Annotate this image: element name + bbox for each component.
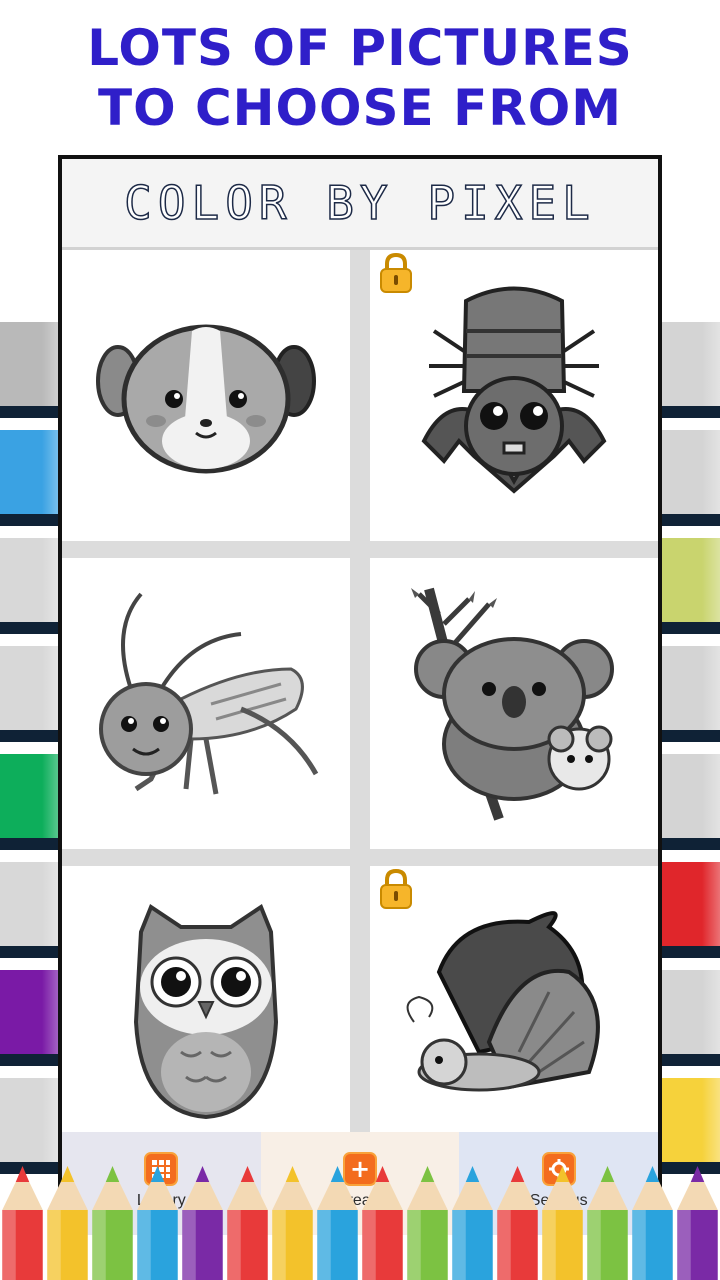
picture-tile-butterfly[interactable] (370, 866, 658, 1157)
picture-tile-koala[interactable] (370, 558, 658, 849)
owl-picture (133, 903, 279, 1119)
pencil (47, 1166, 88, 1280)
pencil (182, 1166, 223, 1280)
app-title-bar: COLOR BY PIXEL (62, 159, 658, 250)
pencil (587, 1166, 628, 1280)
color-swatch (0, 322, 60, 418)
color-swatch (660, 970, 720, 1066)
pencil (137, 1166, 178, 1280)
picture-gallery (62, 250, 658, 1157)
color-swatch (660, 862, 720, 958)
color-swatch (660, 538, 720, 634)
pencil (542, 1166, 583, 1280)
pencil (497, 1166, 538, 1280)
koala-picture (411, 587, 614, 821)
butterfly-picture (406, 910, 600, 1091)
pencil (2, 1166, 43, 1280)
pencil (632, 1166, 673, 1280)
color-swatch (0, 970, 60, 1066)
bat-picture (421, 286, 607, 494)
picture-tile-grasshopper[interactable] (62, 558, 350, 849)
pencil (362, 1166, 403, 1280)
promo-line-1: LOTS OF PICTURES (87, 19, 633, 77)
picture-tile-bat[interactable] (370, 250, 658, 541)
pencil (227, 1166, 268, 1280)
color-swatch (0, 430, 60, 526)
pencil (317, 1166, 358, 1280)
pencil (452, 1166, 493, 1280)
pencil (92, 1166, 133, 1280)
pencil-border (2, 1166, 718, 1280)
color-swatch (660, 322, 720, 418)
pencil (407, 1166, 448, 1280)
promo-headline: LOTS OF PICTURES TO CHOOSE FROM (0, 18, 720, 138)
color-swatch (660, 754, 720, 850)
lock-icon (380, 252, 412, 293)
color-swatch (0, 538, 60, 634)
color-swatch (660, 646, 720, 742)
right-color-strip (660, 322, 720, 1222)
picture-tile-owl[interactable] (62, 866, 350, 1157)
color-swatch (660, 430, 720, 526)
promo-line-2: TO CHOOSE FROM (97, 79, 623, 137)
pencil (677, 1166, 718, 1280)
puppy-picture (96, 324, 316, 473)
color-swatch (0, 862, 60, 958)
grasshopper-picture (99, 592, 319, 794)
pencil (272, 1166, 313, 1280)
lock-icon (380, 868, 412, 909)
app-window: COLOR BY PIXEL + Create (58, 155, 662, 1235)
app-title: COLOR BY PIXEL (123, 175, 596, 231)
picture-tile-puppy[interactable] (62, 250, 350, 541)
color-swatch (0, 646, 60, 742)
color-swatch (0, 754, 60, 850)
left-color-strip (0, 322, 60, 1222)
